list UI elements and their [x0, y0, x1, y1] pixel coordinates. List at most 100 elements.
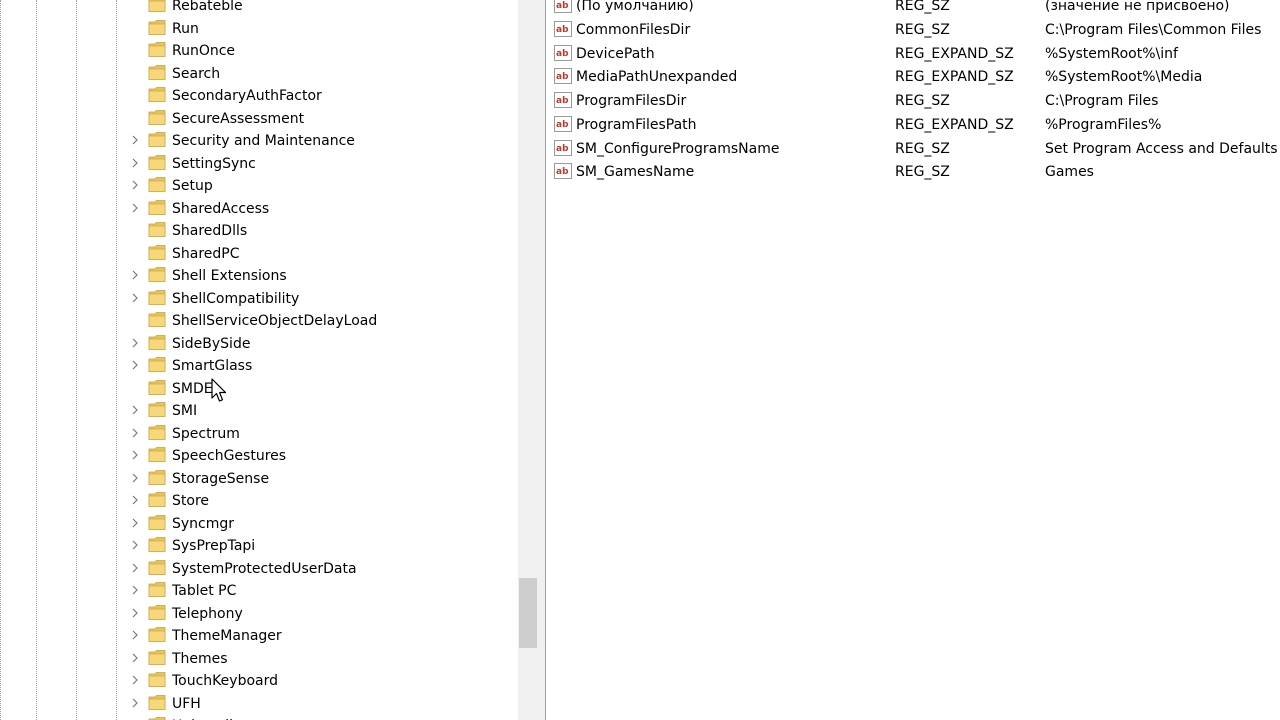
folder-icon: [148, 87, 166, 102]
chevron-right-icon[interactable]: [130, 270, 140, 280]
tree-item[interactable]: SMDEn: [0, 378, 520, 400]
tree-item[interactable]: SmartGlass: [0, 355, 520, 377]
svg-text:ab: ab: [556, 49, 569, 59]
tree-item[interactable]: UFH: [0, 693, 520, 715]
chevron-right-icon[interactable]: [130, 675, 140, 685]
tree-item[interactable]: TouchKeyboard: [0, 670, 520, 692]
tree-item[interactable]: Store: [0, 490, 520, 512]
folder-icon: [148, 357, 166, 372]
chevron-right-icon[interactable]: [130, 135, 140, 145]
svg-text:ab: ab: [556, 25, 569, 35]
tree-item[interactable]: Rebateble: [0, 0, 520, 17]
chevron-right-icon[interactable]: [130, 405, 140, 415]
tree-item[interactable]: SettingSync: [0, 153, 520, 175]
value-row[interactable]: ab ProgramFilesPath REG_EXPAND_SZ %ProgramF…: [546, 114, 1280, 138]
folder-icon: [148, 222, 166, 237]
chevron-right-icon[interactable]: [130, 495, 140, 505]
tree-item[interactable]: Tablet PC: [0, 580, 520, 602]
tree-item[interactable]: SMI: [0, 400, 520, 422]
chevron-right-icon[interactable]: [130, 203, 140, 213]
value-row[interactable]: ab ProgramFilesDir REG_SZ C:\Program Files: [546, 90, 1280, 114]
value-row[interactable]: ab SM_ConfigureProgramsName REG_SZ Set Prog…: [546, 138, 1280, 162]
tree-item[interactable]: Shell Extensions: [0, 265, 520, 287]
chevron-right-icon[interactable]: [130, 540, 140, 550]
tree-scrollbar[interactable]: [518, 0, 538, 720]
chevron-right-icon[interactable]: [130, 428, 140, 438]
value-type: REG_SZ: [895, 93, 950, 109]
value-row[interactable]: ab CommonFilesDir REG_SZ C:\Program Files\C…: [546, 19, 1280, 43]
chevron-right-icon[interactable]: [130, 473, 140, 483]
chevron-right-icon[interactable]: [130, 563, 140, 573]
chevron-right-icon[interactable]: [130, 180, 140, 190]
tree-item[interactable]: SpeechGestures: [0, 445, 520, 467]
chevron-right-icon[interactable]: [130, 360, 140, 370]
chevron-right-icon[interactable]: [130, 450, 140, 460]
ab-string-value-icon: ab: [554, 44, 572, 61]
value-row[interactable]: ab (По умолчанию) REG_SZ (значение не присв…: [546, 0, 1280, 19]
value-name: MediaPathUnexpanded: [576, 69, 738, 86]
ab-string-value-icon: ab: [554, 163, 572, 180]
tree-item[interactable]: ShellCompatibility: [0, 288, 520, 310]
chevron-right-icon[interactable]: [130, 653, 140, 663]
tree-item-label: Run: [172, 20, 199, 37]
tree-item[interactable]: SecureAssessment: [0, 108, 520, 130]
tree-item[interactable]: ThemeManager: [0, 625, 520, 647]
tree-item[interactable]: SharedAccess: [0, 198, 520, 220]
chevron-right-icon[interactable]: [130, 338, 140, 348]
tree-item[interactable]: SharedPC: [0, 243, 520, 265]
value-row[interactable]: ab SM_GamesName REG_SZ Games: [546, 161, 1280, 185]
tree-item-label: Tablet PC: [172, 583, 237, 599]
tree-item[interactable]: SystemProtectedUserData: [0, 558, 520, 580]
folder-icon: [148, 402, 166, 417]
tree-item[interactable]: Security and Maintenance: [0, 130, 520, 152]
tree-item[interactable]: Themes: [0, 648, 520, 670]
value-name: SM_ConfigureProgramsName: [576, 140, 780, 157]
pane-splitter[interactable]: [538, 0, 546, 720]
tree-item-label: Search: [172, 65, 221, 82]
tree-item[interactable]: Telephony: [0, 603, 520, 625]
chevron-right-icon[interactable]: [130, 585, 140, 595]
tree-item-label: StorageSense: [172, 470, 270, 487]
chevron-right-icon[interactable]: [130, 518, 140, 528]
tree-item[interactable]: SecondaryAuthFactor: [0, 85, 520, 107]
tree-item[interactable]: RunOnce: [0, 40, 520, 62]
folder-icon: [148, 199, 166, 215]
tree-item[interactable]: Spectrum: [0, 423, 520, 445]
chevron-right-icon[interactable]: [130, 630, 140, 640]
svg-text:ab: ab: [556, 1, 569, 11]
value-row[interactable]: ab DevicePath REG_EXPAND_SZ %SystemRoot%\in…: [546, 43, 1280, 67]
tree-item-label: Security and Maintenance: [172, 133, 355, 149]
registry-values-pane[interactable]: ab (По умолчанию) REG_SZ (значение не присв…: [546, 0, 1280, 720]
tree-item[interactable]: SysPrepTapi: [0, 535, 520, 557]
tree-item[interactable]: ShellServiceObjectDelayLoad: [0, 310, 520, 332]
tree-item[interactable]: SharedDlls: [0, 220, 520, 242]
chevron-right-icon[interactable]: [130, 608, 140, 618]
folder-icon: [148, 447, 166, 462]
value-row[interactable]: ab MediaPathUnexpanded REG_EXPAND_SZ %Syste…: [546, 66, 1280, 90]
folder-icon: [148, 424, 166, 440]
tree-scrollbar-thumb[interactable]: [519, 578, 537, 648]
tree-item[interactable]: SideBySide: [0, 333, 520, 355]
ab-string-value-icon: ab: [554, 0, 572, 13]
value-type: REG_EXPAND_SZ: [895, 69, 1014, 86]
tree-item[interactable]: Syncmgr: [0, 513, 520, 535]
tree-item-label: SysPrepTapi: [172, 538, 256, 554]
registry-tree-pane[interactable]: Rebateble Run RunOnce Search SecondaryAuthFa…: [0, 0, 520, 720]
value-data: C:\Program Files: [1045, 93, 1159, 109]
tree-item-label: ThemeManager: [172, 628, 282, 644]
chevron-right-icon[interactable]: [130, 698, 140, 708]
tree-item[interactable]: Uninstall: [0, 715, 520, 720]
tree-item[interactable]: Setup: [0, 175, 520, 197]
tree-item[interactable]: Run: [0, 18, 520, 40]
folder-icon: [148, 42, 166, 57]
tree-item-label: Telephony: [172, 605, 243, 622]
value-data: %ProgramFiles%: [1045, 116, 1162, 133]
tree-item[interactable]: Search: [0, 63, 520, 85]
folder-icon: [148, 132, 166, 147]
svg-text:ab: ab: [556, 167, 569, 177]
value-data: %SystemRoot%\Media: [1045, 69, 1203, 86]
chevron-right-icon[interactable]: [130, 293, 140, 303]
chevron-right-icon[interactable]: [130, 158, 140, 168]
tree-item[interactable]: StorageSense: [0, 468, 520, 490]
folder-icon: [148, 717, 166, 720]
